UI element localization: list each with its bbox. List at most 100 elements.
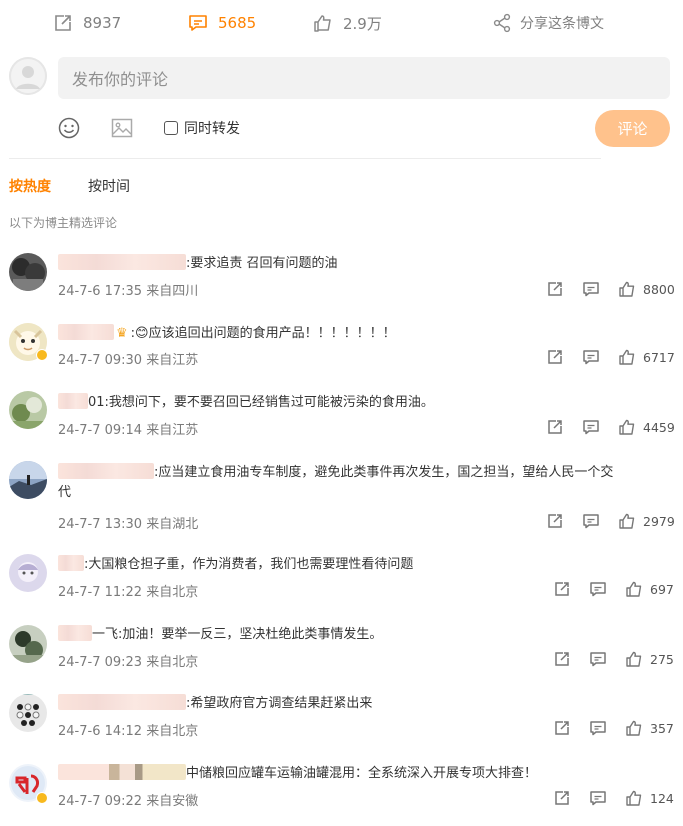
comment-content: :希望政府官方调查结果赶紧出来 (186, 696, 373, 711)
comment-text: :要求追责 召回有问题的油 (58, 254, 338, 274)
comment-icon[interactable] (582, 348, 600, 366)
comment-text: 中储粮回应罐车运输油罐混用：全系统深入开展专项大排查！ (58, 764, 537, 784)
repost-icon[interactable] (546, 348, 564, 366)
blurred-username[interactable] (58, 764, 186, 780)
comment-actions: 6717 (546, 347, 675, 367)
username-suffix: 一飞 (92, 627, 119, 642)
repost-icon[interactable] (553, 719, 571, 737)
like-count: 2.9万 (343, 14, 382, 33)
comment-content: :加油！要举一反三，坚决杜绝此类事情发生。 (118, 627, 383, 642)
comment-text: :大国粮仓担子重，作为消费者，我们也需要理性看待问题 (58, 555, 413, 575)
avatar[interactable] (9, 391, 47, 429)
thumbs-up-icon[interactable] (625, 719, 643, 737)
checkbox-box[interactable] (164, 121, 178, 135)
submit-label: 评论 (617, 120, 648, 138)
thumbs-up-icon[interactable] (625, 650, 643, 668)
curated-comments-label: 以下为博主精选评论 (9, 216, 118, 230)
crown-icon: ♛ (116, 326, 128, 341)
like-action[interactable]: 2.9万 (313, 12, 382, 34)
my-avatar (9, 57, 47, 95)
comment-icon[interactable] (589, 580, 607, 598)
comment-meta: 24-7-6 17:35 来自四川 (58, 284, 199, 299)
comment-text: 01:我想问下，要不要召回已经销售过可能被污染的食用油。 (58, 393, 434, 413)
comment-actions: 697 (553, 579, 674, 599)
comment-content: :大国粮仓担子重，作为消费者，我们也需要理性看待问题 (84, 557, 414, 572)
repost-icon[interactable] (546, 418, 564, 436)
repost-icon (55, 15, 71, 31)
comment-actions: 4459 (546, 417, 675, 437)
verified-badge-icon (36, 792, 48, 804)
post-action-bar: 8937 5685 2.9万 分享这条博文 (0, 0, 683, 44)
comment-meta: 24-7-7 13:30 来自湖北 (58, 517, 199, 532)
sort-by-hot-tab[interactable]: 按热度 (9, 176, 51, 196)
repost-icon[interactable] (546, 280, 564, 298)
comment-actions: 124 (553, 788, 674, 808)
thumbs-up-icon[interactable] (625, 580, 643, 598)
thumbs-up-icon[interactable] (618, 280, 636, 298)
blurred-username[interactable] (58, 555, 84, 571)
submit-comment-button[interactable]: 评论 (595, 110, 670, 147)
comment-text: :应当建立食用油专车制度，避免此类事件再次发生，国之担当，望给人民一个交代 (58, 463, 670, 503)
comment-actions: 275 (553, 649, 674, 669)
like-count: 124 (650, 790, 674, 806)
repost-checkbox-label: 同时转发 (184, 121, 240, 137)
repost-icon[interactable] (553, 650, 571, 668)
share-action[interactable]: 分享这条博文 (492, 12, 604, 34)
comment-content: :要求追责 召回有问题的油 (186, 256, 338, 271)
comment-input[interactable]: 发布你的评论 (58, 57, 670, 99)
repost-icon[interactable] (546, 512, 564, 530)
repost-action[interactable]: 8937 (53, 12, 121, 34)
repost-count: 8937 (83, 14, 122, 32)
comment-icon[interactable] (589, 789, 607, 807)
comment-icon[interactable] (589, 650, 607, 668)
thumbs-up-icon[interactable] (618, 418, 636, 436)
emoji-icon[interactable] (57, 116, 81, 140)
thumbs-up-icon[interactable] (625, 789, 643, 807)
share-icon (493, 13, 511, 33)
repost-icon[interactable] (553, 789, 571, 807)
avatar[interactable] (9, 253, 47, 291)
comment-icon[interactable] (589, 719, 607, 737)
comment-text: 一飞:加油！要举一反三，坚决杜绝此类事情发生。 (58, 625, 382, 645)
comment-icon[interactable] (582, 418, 600, 436)
repost-icon[interactable] (553, 580, 571, 598)
blurred-username[interactable] (58, 254, 186, 270)
comment-meta: 24-7-6 14:12 来自北京 (58, 724, 199, 739)
blurred-username[interactable] (58, 463, 154, 479)
image-icon[interactable] (110, 116, 134, 140)
comment-content: :😊应该追回出问题的食用产品！！！！！！！ (130, 326, 396, 341)
like-count: 2979 (643, 513, 675, 529)
blurred-username[interactable] (58, 324, 114, 340)
comment-icon (189, 15, 207, 31)
comment-meta: 24-7-7 09:30 来自江苏 (58, 353, 199, 368)
comment-content: :我想问下，要不要召回已经销售过可能被污染的食用油。 (104, 395, 434, 410)
avatar[interactable] (9, 625, 47, 663)
comment-icon[interactable] (582, 512, 600, 530)
comment-content: :应当建立食用油专车制度，避免此类事件再次发生，国之担当，望给人民一个交 (154, 465, 614, 480)
comment-actions: 8800 (546, 279, 675, 299)
blurred-username[interactable] (58, 393, 88, 409)
comment-actions: 2979 (546, 511, 675, 531)
comment-action[interactable]: 5685 (188, 12, 256, 34)
blurred-username[interactable] (58, 625, 92, 641)
comment-text: :希望政府官方调查结果赶紧出来 (58, 694, 372, 714)
comment-text: ♛:😊应该追回出问题的食用产品！！！！！！！ (58, 324, 396, 344)
comment-meta: 24-7-7 11:22 来自北京 (58, 585, 199, 600)
comment-meta: 24-7-7 09:14 来自江苏 (58, 423, 199, 438)
avatar[interactable] (9, 554, 47, 592)
divider (9, 158, 601, 159)
like-count: 6717 (643, 349, 675, 365)
like-count: 357 (650, 720, 674, 736)
username-suffix: 01 (88, 395, 105, 410)
sort-by-time-tab[interactable]: 按时间 (88, 176, 130, 196)
avatar[interactable] (9, 694, 47, 732)
blurred-username[interactable] (58, 694, 186, 710)
avatar[interactable] (9, 461, 47, 499)
comment-icon[interactable] (582, 280, 600, 298)
comment-meta: 24-7-7 09:22 来自安徽 (58, 794, 199, 809)
thumbs-up-icon[interactable] (618, 348, 636, 366)
repost-checkbox[interactable]: 同时转发 (164, 118, 240, 138)
thumbs-up-icon (314, 15, 331, 32)
thumbs-up-icon[interactable] (618, 512, 636, 530)
verified-badge-icon (36, 349, 48, 361)
